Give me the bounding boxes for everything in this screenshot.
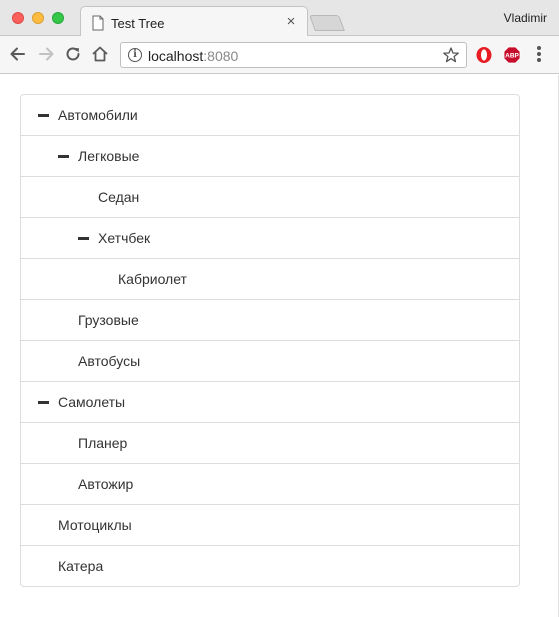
profile-name[interactable]: Vladimir (504, 11, 547, 25)
menu-icon[interactable] (536, 46, 542, 64)
tree-node-label: Автожир (78, 476, 134, 492)
arrow-right-icon (39, 47, 54, 61)
collapse-icon[interactable] (38, 114, 49, 117)
tree-node[interactable]: Автобусы (21, 340, 519, 381)
tree-node[interactable]: Автожир (21, 463, 519, 504)
reload-icon (66, 47, 80, 61)
zoom-window-button[interactable] (52, 12, 64, 24)
tree-node-label: Грузовые (78, 312, 139, 328)
tree-node[interactable]: Самолеты (21, 381, 519, 422)
tab-close-icon[interactable]: × (283, 13, 299, 31)
reload-button[interactable] (63, 44, 83, 64)
tree-node-label: Мотоциклы (58, 517, 132, 533)
adblock-plus-icon[interactable]: ABP (503, 46, 521, 64)
tree-node-label: Легковые (78, 148, 140, 164)
url-port: :8080 (203, 48, 239, 64)
tree-node-label: Автомобили (58, 107, 138, 123)
home-button[interactable] (90, 44, 110, 64)
tree-node[interactable]: Седан (21, 176, 519, 217)
url-host: localhost (148, 48, 204, 64)
back-button[interactable] (8, 44, 28, 64)
tab-title: Test Tree (111, 16, 165, 31)
abp-label: ABP (505, 53, 519, 60)
tree-node-label: Самолеты (58, 394, 126, 410)
bookmark-star-icon[interactable] (442, 46, 460, 64)
tree-node[interactable]: Грузовые (21, 299, 519, 340)
address-bar[interactable]: i localhost:8080 (120, 42, 467, 68)
tree-node-label: Планер (78, 435, 128, 451)
document-icon (92, 15, 104, 31)
tree-node[interactable]: Хетчбек (21, 217, 519, 258)
tree-node[interactable]: Кабриолет (21, 258, 519, 299)
tree-node-label: Кабриолет (118, 271, 187, 287)
tree-node[interactable]: Планер (21, 422, 519, 463)
tree-node-label: Автобусы (78, 353, 141, 369)
browser-toolbar: i localhost:8080 ABP (0, 36, 559, 74)
page-viewport: Автомобили Легковые Седан Хетчбек Кабриолет Г… (0, 75, 559, 617)
collapse-icon[interactable] (58, 155, 69, 158)
title-bar: Test Tree × Vladimir (0, 0, 559, 37)
tree-node-label: Седан (98, 189, 140, 205)
tree-view: Автомобили Легковые Седан Хетчбек Кабриолет Г… (20, 94, 520, 587)
tree-node[interactable]: Мотоциклы (21, 504, 519, 545)
forward-button[interactable] (36, 44, 56, 64)
tree-node[interactable]: Легковые (21, 135, 519, 176)
new-tab-button[interactable] (309, 15, 345, 31)
opera-icon[interactable] (475, 46, 493, 64)
tree-node[interactable]: Автомобили (21, 95, 519, 135)
home-icon (92, 46, 108, 62)
tree-node-label: Хетчбек (98, 230, 151, 246)
minimize-window-button[interactable] (32, 12, 44, 24)
collapse-icon[interactable] (38, 401, 49, 404)
site-info-icon[interactable]: i (128, 48, 142, 62)
close-window-button[interactable] (12, 12, 24, 24)
browser-tab[interactable]: Test Tree × (80, 6, 308, 37)
tree-node[interactable]: Катера (21, 545, 519, 586)
arrow-left-icon (10, 47, 25, 61)
url-text[interactable]: localhost:8080 (148, 48, 238, 64)
collapse-icon[interactable] (78, 237, 89, 240)
tree-node-label: Катера (58, 558, 104, 574)
